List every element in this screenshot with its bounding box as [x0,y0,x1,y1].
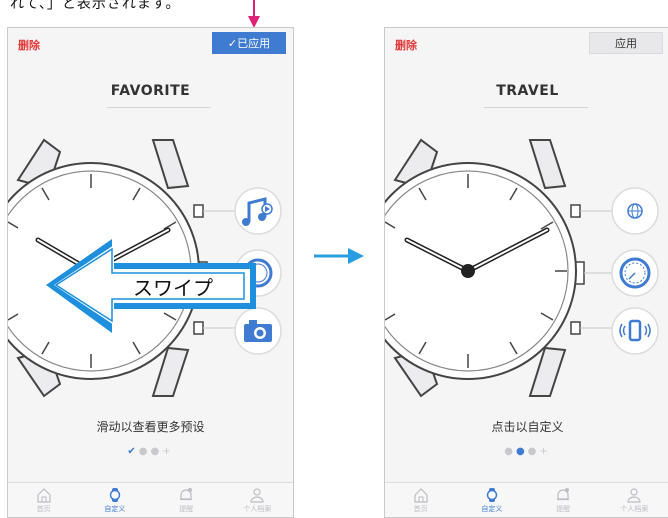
tab-reminder-label: 提醒 [556,505,571,513]
tab-profile[interactable]: 个人档案 [599,483,668,517]
page-indicator: ●●●+ [504,446,551,457]
tab-reminder[interactable]: 提醒 [528,483,599,517]
pink-pointer-arrow-icon [248,0,260,28]
bell-icon [180,488,193,501]
bell-icon [557,488,570,501]
globe-icon[interactable] [611,187,659,235]
tab-custom-label: 自定义 [104,505,126,513]
phone-vibrate-icon[interactable] [611,307,659,355]
home-icon [414,488,428,503]
gauge-icon[interactable] [611,249,659,297]
tab-profile-label: 个人档案 [620,505,649,513]
tab-custom-label: 自定义 [481,505,503,513]
tab-custom[interactable]: 自定义 [456,483,527,517]
swipe-label: スワイプ [133,276,213,300]
tab-reminder[interactable]: 提醒 [151,483,222,517]
watch-icon [109,488,121,502]
tab-custom[interactable]: 自定义 [79,483,150,517]
transition-arrow-icon [314,248,364,264]
top-annotation-note: れて、」と表示されます。 [10,0,181,12]
watch-face [385,138,659,398]
tab-home-label: 首页 [36,505,51,513]
bottom-tab-bar: 首页 自定义 提醒 个人档案 [8,482,293,517]
tab-home[interactable]: 首页 [385,483,456,517]
music-icon[interactable] [234,187,282,235]
tab-profile[interactable]: 个人档案 [222,483,293,517]
tab-home-label: 首页 [413,505,428,513]
customize-hint-caption: 点击以自定义 [491,420,564,434]
swipe-hint-caption: 滑动以查看更多预设 [96,420,205,434]
person-icon [250,488,264,503]
bottom-tab-bar: 首页 自定义 提醒 个人档案 [385,482,668,517]
home-icon [37,488,51,503]
person-icon [627,488,641,503]
phone-screen-travel: 删除 应用 TRAVEL 点击以自定义 ●●●+ 首页 自定义 提醒 个人档案 [384,27,668,518]
page-indicator: ✔●●+ [127,446,174,457]
tab-home[interactable]: 首页 [8,483,79,517]
tab-reminder-label: 提醒 [179,505,194,513]
watch-icon [486,488,498,502]
tab-profile-label: 个人档案 [243,505,272,513]
